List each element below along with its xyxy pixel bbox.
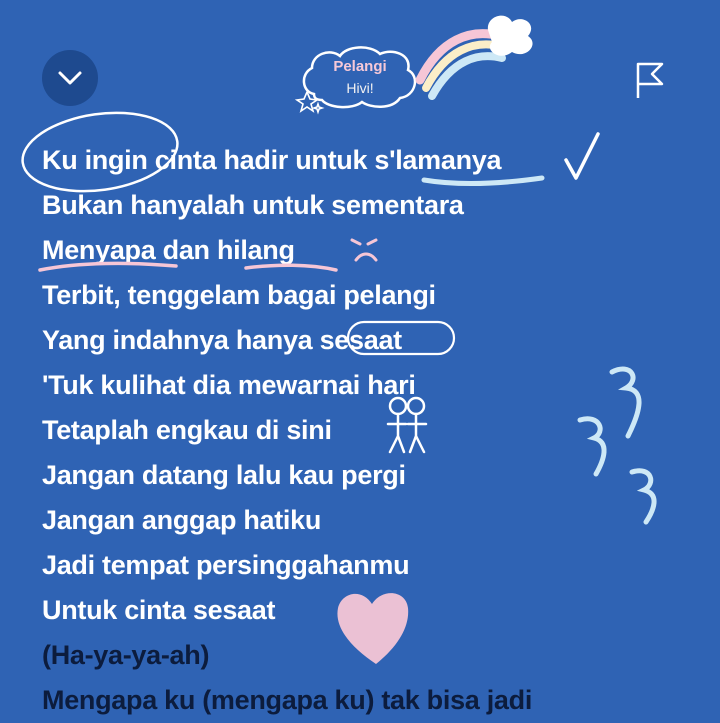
now-playing-title: Pelangi Hivi!	[300, 44, 420, 112]
lyric-line[interactable]: Bukan hanyalah untuk sementara	[42, 183, 702, 228]
chevron-down-icon	[58, 71, 82, 85]
lyric-line-upcoming[interactable]: Mengapa ku (mengapa ku) tak bisa jadi	[42, 678, 702, 723]
lyric-line[interactable]: Jadi tempat persinggahanmu	[42, 543, 702, 588]
lyric-line[interactable]: Ku ingin cinta hadir untuk s'lamanya	[42, 138, 702, 183]
lyric-line[interactable]: Tetaplah engkau di sini	[42, 408, 702, 453]
rainbow-doodle	[415, 15, 533, 100]
collapse-button[interactable]	[42, 50, 98, 106]
lyric-line[interactable]: Yang indahnya hanya sesaat	[42, 318, 702, 363]
artist-name: Hivi!	[346, 80, 374, 96]
flag-icon[interactable]	[632, 60, 668, 100]
lyric-line[interactable]: Jangan datang lalu kau pergi	[42, 453, 702, 498]
cloud-doodle	[302, 46, 417, 109]
lyric-line[interactable]: 'Tuk kulihat dia mewarnai hari	[42, 363, 702, 408]
lyric-line[interactable]: Menyapa dan hilang	[42, 228, 702, 273]
song-title: Pelangi	[333, 58, 387, 75]
lyric-line[interactable]: Terbit, tenggelam bagai pelangi	[42, 273, 702, 318]
lyrics-list: Ku ingin cinta hadir untuk s'lamanya Buk…	[42, 138, 702, 723]
lyric-line-upcoming[interactable]: (Ha-ya-ya-ah)	[42, 633, 702, 678]
lyrics-screen: Pelangi Hivi! Ku ingin cinta hadir untuk…	[0, 0, 720, 720]
lyric-line[interactable]: Untuk cinta sesaat	[42, 588, 702, 633]
lyric-line[interactable]: Jangan anggap hatiku	[42, 498, 702, 543]
